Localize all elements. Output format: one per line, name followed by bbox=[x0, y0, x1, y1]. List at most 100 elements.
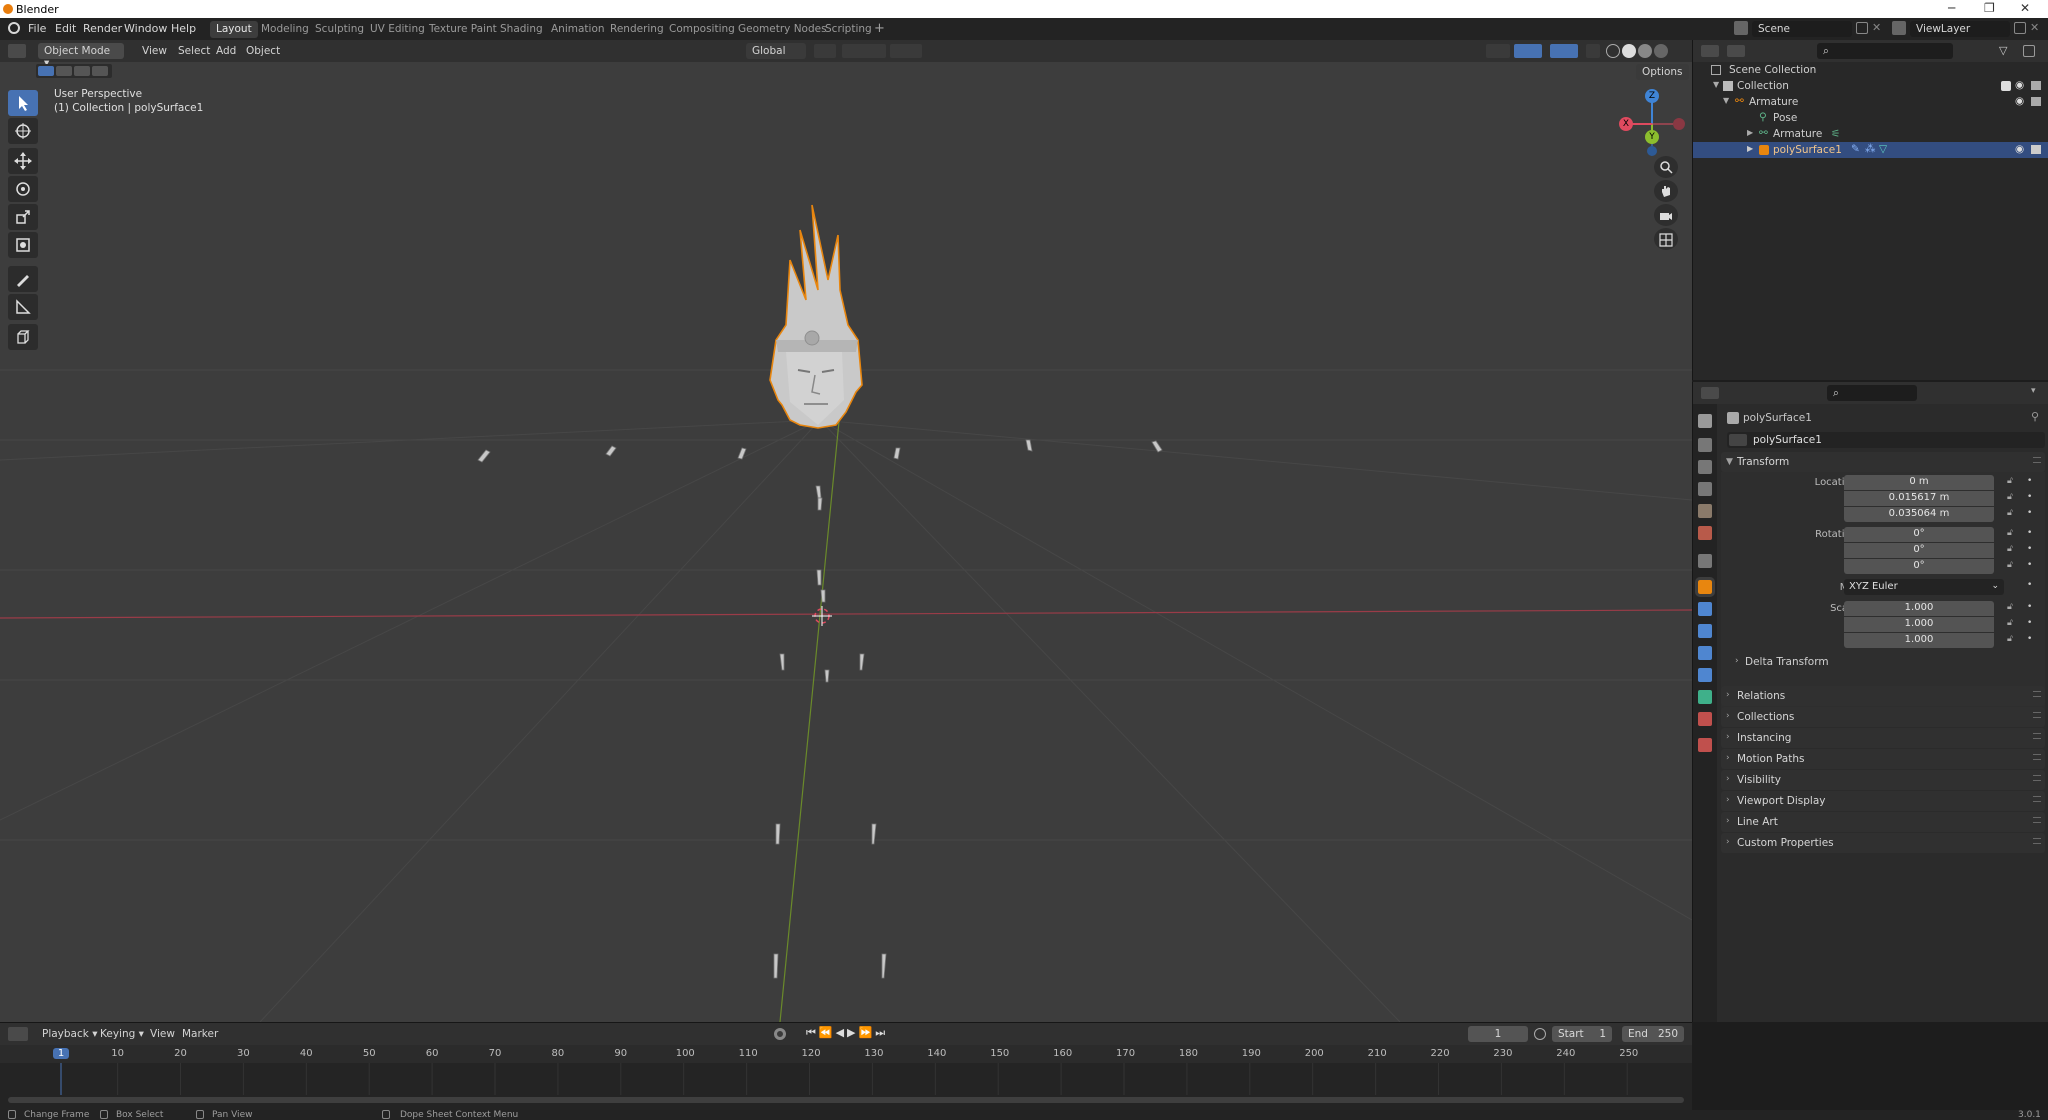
tab-layout[interactable]: Layout bbox=[210, 21, 258, 38]
keyframe-dot-icon[interactable]: • bbox=[2027, 560, 2032, 570]
lock-icon[interactable]: 🔓︎ bbox=[2007, 492, 2013, 502]
options-dropdown[interactable]: Options bbox=[1636, 64, 1689, 80]
keyframe-dot-icon[interactable]: • bbox=[2027, 602, 2032, 612]
view-layer-selector[interactable]: ViewLayer bbox=[1910, 21, 2010, 37]
tab-modifiers-icon[interactable] bbox=[1698, 602, 1712, 616]
delta-transform-subpanel[interactable]: › Delta Transform bbox=[1731, 653, 2039, 671]
move-tool-button[interactable] bbox=[8, 148, 38, 174]
tab-scripting[interactable]: Scripting bbox=[819, 21, 878, 38]
keyframe-dot-icon[interactable]: • bbox=[2027, 618, 2032, 628]
viewport-menu-add[interactable]: Add bbox=[210, 43, 242, 59]
lock-icon[interactable]: 🔓︎ bbox=[2007, 634, 2013, 644]
tab-render-icon[interactable] bbox=[1698, 438, 1712, 452]
scale-y-field[interactable]: 1.000 bbox=[1844, 617, 1994, 632]
keyframe-dot-icon[interactable]: • bbox=[2027, 476, 2032, 486]
keyframe-dot-icon[interactable]: • bbox=[2027, 508, 2032, 518]
keyframe-dot-icon[interactable]: • bbox=[2027, 492, 2032, 502]
tab-animation[interactable]: Animation bbox=[545, 21, 611, 38]
rotate-tool-button[interactable] bbox=[8, 176, 38, 202]
lock-icon[interactable]: 🔓︎ bbox=[2007, 508, 2013, 518]
gizmo-neg-z-axis[interactable] bbox=[1647, 146, 1657, 156]
tab-data-icon[interactable] bbox=[1698, 690, 1712, 704]
blender-menu-icon[interactable] bbox=[8, 22, 20, 34]
minimize-icon[interactable]: ─ bbox=[1948, 1, 1955, 15]
rotation-y-field[interactable]: 0° bbox=[1844, 543, 1994, 558]
tab-sculpting[interactable]: Sculpting bbox=[309, 21, 370, 38]
rotation-mode-dropdown[interactable]: XYZ Euler ⌄ bbox=[1844, 579, 2004, 595]
rotation-z-field[interactable]: 0° bbox=[1844, 559, 1994, 574]
measure-tool-button[interactable] bbox=[8, 294, 38, 320]
scene-selector[interactable]: Scene bbox=[1752, 21, 1852, 37]
keyframe-dot-icon[interactable]: • bbox=[2027, 528, 2032, 538]
select-extend-icon[interactable] bbox=[56, 66, 72, 76]
exclude-checkbox[interactable] bbox=[2001, 81, 2011, 91]
tab-texture-paint[interactable]: Texture Paint bbox=[423, 21, 503, 38]
scene-icon[interactable] bbox=[1734, 21, 1748, 35]
collapse-arrow-icon[interactable]: ▶ bbox=[1747, 128, 1753, 137]
mode-selector[interactable]: Object Mode ▾ bbox=[38, 43, 124, 69]
tab-uv-editing[interactable]: UV Editing bbox=[364, 21, 431, 38]
properties-editor-type-icon[interactable] bbox=[1701, 387, 1719, 399]
gizmo-x-axis[interactable]: X bbox=[1619, 117, 1633, 131]
panel-line-art[interactable]: › Line Art bbox=[1721, 812, 2045, 832]
outliner-row-polysurface1[interactable]: ▶ polySurface1 ✎ ⁂ ▽ ◉ bbox=[1693, 142, 2048, 158]
display-mode-icon[interactable] bbox=[1727, 45, 1745, 57]
tab-output-icon[interactable] bbox=[1698, 460, 1712, 474]
tab-object-icon[interactable] bbox=[1695, 577, 1715, 597]
wireframe-shading-icon[interactable] bbox=[1606, 44, 1620, 58]
outliner-row-scene-collection[interactable]: Scene Collection bbox=[1693, 62, 2048, 78]
lock-icon[interactable]: 🔓︎ bbox=[2007, 544, 2013, 554]
drag-handle-icon[interactable] bbox=[2033, 775, 2041, 781]
current-frame-field[interactable]: 1 bbox=[1468, 1026, 1528, 1042]
drag-handle-icon[interactable] bbox=[2033, 838, 2041, 844]
tab-rendering[interactable]: Rendering bbox=[604, 21, 670, 38]
pin-icon[interactable]: ⚲ bbox=[2031, 410, 2039, 423]
start-frame-field[interactable]: Start 1 bbox=[1552, 1026, 1612, 1042]
tab-world-icon[interactable] bbox=[1698, 526, 1712, 540]
proportional-edit-icon[interactable] bbox=[890, 44, 922, 58]
tab-physics-icon[interactable] bbox=[1698, 646, 1712, 660]
keyframe-dot-icon[interactable]: • bbox=[2027, 634, 2032, 644]
gizmo-z-axis[interactable]: Z bbox=[1645, 89, 1659, 103]
tab-shading[interactable]: Shading bbox=[494, 21, 549, 38]
annotate-tool-button[interactable] bbox=[8, 266, 38, 292]
viewport-menu-object[interactable]: Object bbox=[240, 43, 286, 59]
menu-help[interactable]: Help bbox=[171, 22, 196, 35]
camera-render-icon[interactable] bbox=[2031, 145, 2041, 154]
camera-view-button[interactable] bbox=[1654, 204, 1678, 226]
drag-handle-icon[interactable] bbox=[2033, 733, 2041, 739]
pivot-point-icon[interactable] bbox=[814, 44, 836, 58]
rotation-x-field[interactable]: 0° bbox=[1844, 527, 1994, 542]
eye-icon[interactable]: ◉ bbox=[2015, 79, 2024, 91]
select-tool-button[interactable] bbox=[8, 90, 38, 116]
expand-arrow-icon[interactable]: ▼ bbox=[1723, 96, 1729, 105]
panel-viewport-display[interactable]: › Viewport Display bbox=[1721, 791, 2045, 811]
panel-instancing[interactable]: › Instancing bbox=[1721, 728, 2045, 748]
solid-shading-icon[interactable] bbox=[1622, 44, 1636, 58]
xray-toggle-icon[interactable] bbox=[1586, 44, 1600, 58]
rendered-shading-icon[interactable] bbox=[1654, 44, 1668, 58]
close-icon[interactable]: ✕ bbox=[2020, 1, 2030, 15]
timeline-menu-marker[interactable]: Marker bbox=[176, 1026, 224, 1042]
scale-x-field[interactable]: 1.000 bbox=[1844, 601, 1994, 616]
select-mode-buttons[interactable] bbox=[36, 64, 112, 78]
collapse-arrow-icon[interactable]: ▶ bbox=[1747, 144, 1753, 153]
add-workspace-icon[interactable]: + bbox=[874, 21, 885, 36]
snap-icon[interactable] bbox=[842, 44, 886, 58]
location-y-field[interactable]: 0.015617 m bbox=[1844, 491, 1994, 506]
end-frame-field[interactable]: End 250 bbox=[1622, 1026, 1684, 1042]
timeline-ruler[interactable]: 1 10 20 30 40 50 60 70 80 90 100 110 120 130 140 150 160… bbox=[0, 1045, 1692, 1063]
scale-tool-button[interactable] bbox=[8, 204, 38, 230]
keyframe-dot-icon[interactable]: • bbox=[2027, 544, 2032, 554]
timeline-body[interactable] bbox=[0, 1063, 1692, 1111]
menu-render[interactable]: Render bbox=[83, 22, 122, 35]
tab-particles-icon[interactable] bbox=[1698, 624, 1712, 638]
panel-motion-paths[interactable]: › Motion Paths bbox=[1721, 749, 2045, 769]
chevron-down-icon[interactable]: ▾ bbox=[2031, 386, 2036, 396]
outliner-row-armature-data[interactable]: ▶ ⚯ Armature ⚟ bbox=[1693, 126, 2048, 142]
drag-handle-icon[interactable] bbox=[2033, 457, 2041, 463]
outliner-row-collection[interactable]: ▼ Collection ◉ bbox=[1693, 78, 2048, 94]
drag-handle-icon[interactable] bbox=[2033, 691, 2041, 697]
perspective-toggle-button[interactable] bbox=[1654, 228, 1678, 250]
filter-icon[interactable]: ▽ bbox=[1999, 44, 2007, 57]
